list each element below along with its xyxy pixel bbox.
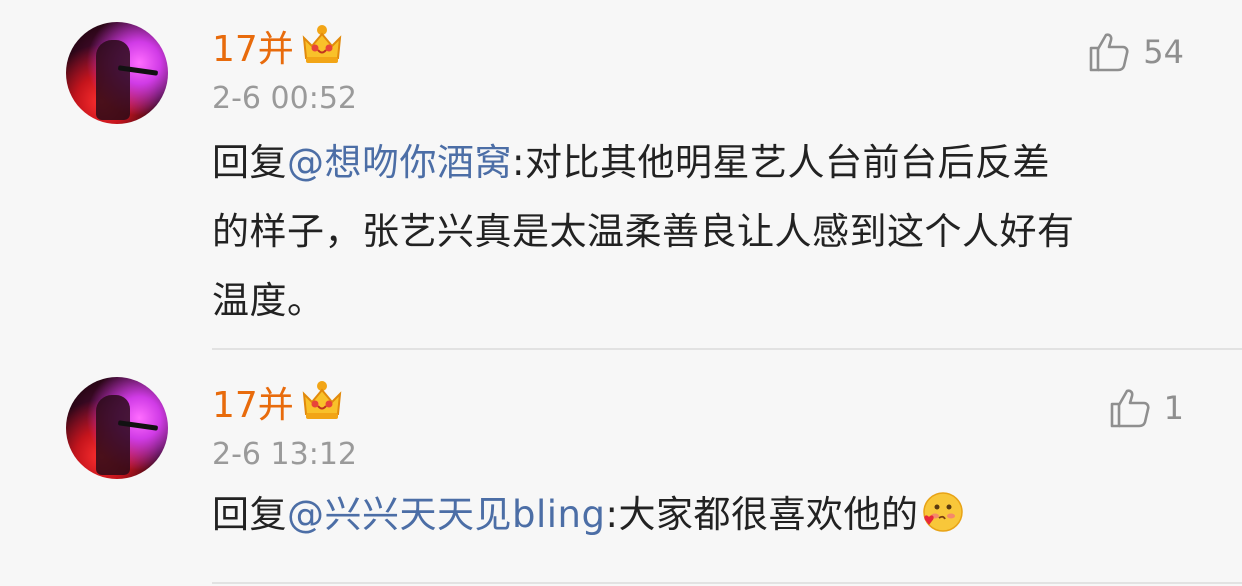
avatar[interactable] [66,22,168,124]
avatar[interactable] [66,377,168,479]
thumbs-up-icon [1110,389,1150,428]
like-button[interactable]: 54 [1087,30,1184,74]
comment-line: 温度。 [212,279,325,322]
comment-body: 对比其他明星艺人台前台后反差 [524,141,1050,184]
timestamp: 2-6 00:52 [212,81,357,116]
crown-badge-icon[interactable] [300,380,344,422]
comment-item: 17并 2-6 13:12 1 回复@兴兴天天见bling:大家都很喜欢他的 [0,350,1242,586]
divider [212,582,1242,584]
reply-prefix: 回复 [212,493,287,536]
comment-item: 17并 2-6 00:52 54 回复@想吻你酒窝:对比其他明星艺人台前台后反差… [0,0,1242,350]
separator: : [512,141,525,184]
mention-link[interactable]: @兴兴天天见bling [287,493,605,536]
comment-line: 回复@想吻你酒窝:对比其他明星艺人台前台后反差 [212,128,1212,197]
comment-body: 大家都很喜欢他的 [618,493,919,536]
comment-text: 回复@兴兴天天见bling:大家都很喜欢他的 [212,480,1212,549]
avatar-figure [96,40,130,120]
separator: : [605,493,619,536]
comment-text: 回复@想吻你酒窝:对比其他明星艺人台前台后反差 的样子，张艺兴真是太温柔善良让人… [212,128,1212,335]
mention-link[interactable]: @想吻你酒窝 [287,141,512,184]
username[interactable]: 17并 [212,32,294,68]
timestamp: 2-6 13:12 [212,437,357,472]
thumbs-up-icon [1089,33,1129,72]
blushing-heart-emoji [923,492,964,532]
comment-line: 的样子，张艺兴真是太温柔善良让人感到这个人好有 [212,210,1075,253]
like-count: 1 [1163,389,1184,427]
reply-prefix: 回复 [212,141,287,184]
username[interactable]: 17并 [212,388,294,424]
avatar-figure [96,395,130,475]
like-button[interactable]: 1 [1108,386,1184,430]
like-count: 54 [1143,33,1184,71]
comment-line: 回复@兴兴天天见bling:大家都很喜欢他的 [212,480,1212,549]
crown-badge-icon[interactable] [300,24,344,66]
